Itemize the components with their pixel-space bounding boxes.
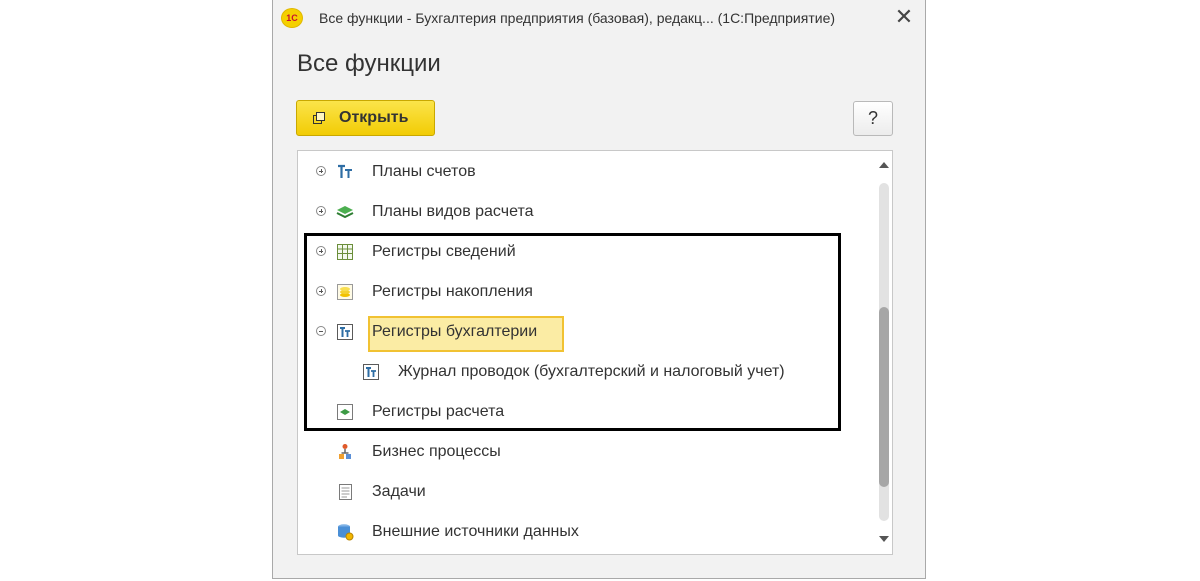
all-functions-window: 1С Все функции - Бухгалтерия предприятия…: [272, 0, 926, 579]
tree-item-posting-journal[interactable]: Журнал проводок (бухгалтерский и налогов…: [298, 352, 876, 392]
title-bar: 1С Все функции - Бухгалтерия предприятия…: [273, 0, 925, 38]
tree-item-accounting-registers[interactable]: Регистры бухгалтерии: [298, 312, 876, 352]
tree-item-label: Регистры сведений: [372, 243, 516, 260]
info-register-icon: [337, 244, 353, 260]
tree-item-label: Задачи: [372, 483, 426, 500]
vertical-scrollbar[interactable]: [876, 151, 892, 554]
business-process-icon: [339, 444, 351, 459]
functions-tree[interactable]: Планы счетов Планы видов расчета Регистр…: [297, 150, 893, 555]
tree-item-business-processes[interactable]: Бизнес процессы: [298, 432, 876, 472]
tree-item-label: Регистры расчета: [372, 403, 505, 420]
open-button-label: Открыть: [339, 109, 409, 126]
tasks-icon: [339, 484, 352, 500]
tree-item-label: Планы счетов: [372, 163, 476, 180]
calculation-types-icon: [336, 206, 354, 219]
tree-item-label: Планы видов расчета: [372, 203, 534, 220]
page-title: Все функции: [297, 50, 441, 77]
external-data-sources-icon: [338, 524, 354, 541]
window-title: Все функции - Бухгалтерия предприятия (б…: [319, 10, 836, 26]
calculation-register-icon: [337, 404, 353, 420]
tree-item-chart-of-accounts[interactable]: Планы счетов: [298, 152, 876, 192]
tree-item-info-registers[interactable]: Регистры сведений: [298, 232, 876, 272]
tree-item-calculation-registers[interactable]: Регистры расчета: [298, 392, 876, 432]
app-logo-icon: 1С: [281, 8, 303, 28]
open-button[interactable]: Открыть: [296, 100, 435, 136]
expand-icon[interactable]: [316, 166, 326, 176]
tree-item-label: Бизнес процессы: [372, 443, 501, 460]
collapse-icon[interactable]: [316, 326, 326, 336]
help-button[interactable]: ?: [853, 101, 893, 136]
scroll-up-icon[interactable]: [879, 162, 889, 168]
tree-item-external-data-sources[interactable]: Внешние источники данных: [298, 512, 876, 552]
accounting-register-icon: [337, 324, 353, 340]
scroll-thumb[interactable]: [879, 307, 889, 487]
expand-icon[interactable]: [316, 286, 326, 296]
tree-item-tasks[interactable]: Задачи: [298, 472, 876, 512]
scroll-down-icon[interactable]: [879, 536, 889, 542]
close-button[interactable]: ✕: [891, 5, 917, 31]
tree-item-label: Регистры накопления: [372, 283, 533, 300]
expand-icon[interactable]: [316, 246, 326, 256]
tree-item-calculation-types[interactable]: Планы видов расчета: [298, 192, 876, 232]
accumulation-register-icon: [337, 284, 353, 300]
tree-item-label: Журнал проводок (бухгалтерский и налогов…: [398, 363, 785, 380]
accounting-register-icon: [363, 364, 379, 380]
open-icon: [313, 112, 325, 124]
expand-icon[interactable]: [316, 206, 326, 216]
tree-item-accumulation-registers[interactable]: Регистры накопления: [298, 272, 876, 312]
tree-item-label: Регистры бухгалтерии: [372, 323, 538, 340]
tree-item-label: Внешние источники данных: [372, 523, 579, 540]
chart-of-accounts-icon: [338, 164, 352, 178]
